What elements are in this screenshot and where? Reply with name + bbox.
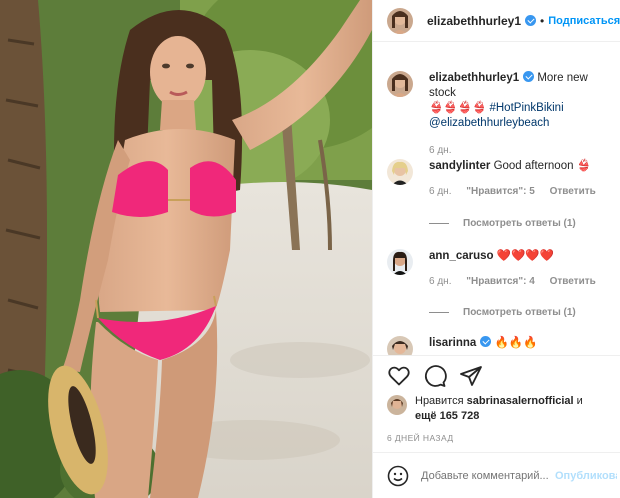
caption-body: elizabethhurley1 More new stock 👙👙👙👙 #Ho… bbox=[429, 71, 617, 158]
comment-text: Good afternoon 👙 bbox=[493, 160, 591, 172]
comment-time[interactable]: 6 дн. bbox=[429, 276, 451, 287]
comment-input[interactable] bbox=[421, 469, 555, 482]
reply-button[interactable]: Ответить bbox=[550, 276, 596, 287]
view-replies-label: Посмотреть ответы (1) bbox=[463, 218, 576, 229]
commenter-avatar[interactable] bbox=[387, 336, 413, 355]
comment-body: lisarinna 🔥🔥🔥 bbox=[429, 336, 537, 355]
likes-suffix: и bbox=[576, 395, 583, 407]
commenter-username[interactable]: lisarinna bbox=[429, 337, 476, 349]
commenter-avatar[interactable] bbox=[387, 159, 413, 185]
publish-button[interactable]: Опубликовать bbox=[555, 470, 617, 482]
comments-list[interactable]: elizabethhurley1 More new stock 👙👙👙👙 #Ho… bbox=[373, 43, 620, 355]
separator-dot: • bbox=[540, 13, 545, 28]
caption-row: elizabethhurley1 More new stock 👙👙👙👙 #Ho… bbox=[387, 71, 617, 158]
liker-avatar[interactable] bbox=[387, 395, 407, 415]
replies-line bbox=[429, 312, 449, 313]
comment-text: 🔥🔥🔥 bbox=[494, 337, 538, 349]
emoji-icon[interactable] bbox=[387, 465, 409, 487]
add-comment-bar: Опубликовать bbox=[373, 452, 620, 498]
likes-prefix: Нравится bbox=[415, 395, 464, 407]
author-username[interactable]: elizabethhurley1 bbox=[427, 14, 521, 28]
caption-hashtag[interactable]: #HotPinkBikini bbox=[489, 102, 563, 114]
follow-button[interactable]: Подписаться bbox=[548, 15, 620, 27]
reply-button[interactable]: Ответить bbox=[550, 186, 596, 197]
caption-emojis: 👙👙👙👙 bbox=[429, 102, 487, 114]
view-replies-button[interactable]: Посмотреть ответы (1) bbox=[429, 307, 576, 318]
verified-badge-icon bbox=[523, 71, 535, 82]
comment-likes[interactable]: "Нравится": 5 bbox=[466, 186, 535, 197]
post-photo[interactable] bbox=[0, 0, 372, 498]
view-replies-label: Посмотреть ответы (1) bbox=[463, 307, 576, 318]
post-timestamp[interactable]: 6 ДНЕЙ НАЗАД bbox=[387, 433, 453, 443]
comment-body: sandylinter Good afternoon 👙 6 дн. "Нрав… bbox=[429, 159, 608, 199]
comment-body: ann_caruso ❤️❤️❤️❤️ 6 дн. "Нравится": 4 … bbox=[429, 249, 608, 289]
view-replies-button[interactable]: Посмотреть ответы (1) bbox=[429, 218, 576, 229]
post-sidebar: elizabethhurley1 • Подписаться elizabeth… bbox=[372, 0, 620, 498]
actions-divider bbox=[373, 355, 620, 356]
likes-summary: Нравится sabrinasalernofficial и ещё 165… bbox=[387, 394, 583, 424]
comment-text: ❤️❤️❤️❤️ bbox=[496, 250, 555, 262]
comment-time[interactable]: 6 дн. bbox=[429, 186, 451, 197]
likes-count[interactable]: ещё 165 728 bbox=[415, 410, 479, 422]
author-avatar[interactable] bbox=[387, 7, 413, 34]
comment-item: sandylinter Good afternoon 👙 6 дн. "Нрав… bbox=[387, 159, 617, 199]
caption-username[interactable]: elizabethhurley1 bbox=[429, 72, 519, 84]
replies-line bbox=[429, 223, 449, 224]
beach-photo-illustration bbox=[0, 0, 372, 498]
liker-username[interactable]: sabrinasalernofficial bbox=[467, 395, 574, 407]
caption-avatar[interactable] bbox=[387, 71, 413, 97]
comment-item: lisarinna 🔥🔥🔥 bbox=[387, 336, 617, 355]
commenter-username[interactable]: sandylinter bbox=[429, 160, 490, 172]
commenter-username[interactable]: ann_caruso bbox=[429, 250, 494, 262]
paper-plane-icon[interactable] bbox=[459, 364, 483, 388]
verified-badge-icon bbox=[525, 15, 537, 26]
commenter-avatar[interactable] bbox=[387, 249, 413, 275]
comment-icon[interactable] bbox=[423, 364, 447, 388]
post-header: elizabethhurley1 • Подписаться bbox=[373, 0, 620, 42]
caption-mention[interactable]: @elizabethhurleybeach bbox=[429, 117, 549, 129]
comment-likes[interactable]: "Нравится": 4 bbox=[466, 276, 535, 287]
caption-time[interactable]: 6 дн. bbox=[429, 145, 451, 156]
likes-text: Нравится sabrinasalernofficial и ещё 165… bbox=[415, 394, 583, 424]
comment-item: ann_caruso ❤️❤️❤️❤️ 6 дн. "Нравится": 4 … bbox=[387, 249, 617, 289]
heart-icon[interactable] bbox=[387, 364, 411, 388]
verified-badge-icon bbox=[480, 336, 492, 347]
post-actions bbox=[387, 364, 483, 388]
